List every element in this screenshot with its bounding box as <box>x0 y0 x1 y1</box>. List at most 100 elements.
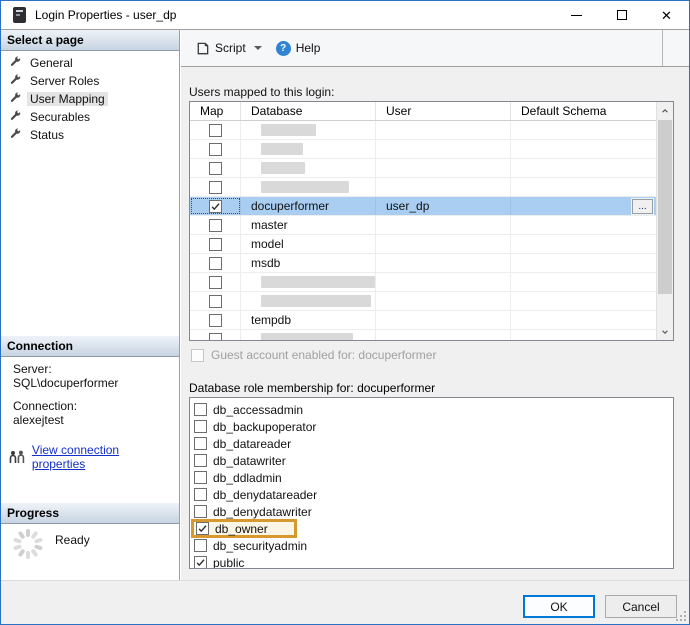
table-row[interactable] <box>190 330 656 340</box>
role-item-db_denydatareader[interactable]: db_denydatareader <box>194 486 673 503</box>
sidebar-item-general[interactable]: General <box>1 54 179 72</box>
wrench-icon <box>9 91 22 107</box>
role-checkbox[interactable] <box>194 539 207 552</box>
role-item-db_accessadmin[interactable]: db_accessadmin <box>194 401 673 418</box>
map-checkbox[interactable] <box>209 314 222 327</box>
column-header-database[interactable]: Database <box>241 102 376 120</box>
user-cell <box>376 330 511 340</box>
map-checkbox-cell <box>190 121 241 139</box>
map-checkbox[interactable] <box>209 333 222 341</box>
ok-button[interactable]: OK <box>523 595 595 618</box>
scrollbar-thumb[interactable] <box>658 120 672 294</box>
role-label: db_denydatareader <box>213 488 317 502</box>
role-checkbox[interactable] <box>194 403 207 416</box>
role-label: db_accessadmin <box>213 403 303 417</box>
help-button[interactable]: ? Help <box>272 38 325 59</box>
role-checkbox[interactable] <box>194 488 207 501</box>
role-checkbox[interactable] <box>194 505 207 518</box>
role-checkbox[interactable] <box>194 437 207 450</box>
redacted-database-name <box>261 143 303 155</box>
map-checkbox-cell <box>190 197 241 215</box>
guest-account-label: Guest account enabled for: docuperformer <box>211 348 436 362</box>
map-checkbox[interactable] <box>209 295 222 308</box>
table-row[interactable] <box>190 121 656 140</box>
map-checkbox[interactable] <box>209 162 222 175</box>
minimize-button[interactable] <box>554 1 599 29</box>
wrench-icon <box>9 55 22 71</box>
sidebar-item-server-roles[interactable]: Server Roles <box>1 72 179 90</box>
database-cell <box>241 178 376 196</box>
table-scrollbar[interactable] <box>656 102 673 340</box>
user-cell <box>376 121 511 139</box>
table-row[interactable]: tempdb <box>190 311 656 330</box>
database-cell: msdb <box>241 254 376 272</box>
role-item-db_datawriter[interactable]: db_datawriter <box>194 452 673 469</box>
resize-grip[interactable] <box>675 610 686 621</box>
map-checkbox[interactable] <box>209 257 222 270</box>
view-connection-properties-link[interactable]: View connection properties <box>32 443 175 471</box>
role-checkbox[interactable] <box>194 454 207 467</box>
chevron-down-icon <box>254 46 262 50</box>
default-schema-cell <box>511 235 656 253</box>
column-header-default-schema[interactable]: Default Schema <box>511 102 673 120</box>
scroll-up-icon[interactable] <box>657 102 673 119</box>
role-item-db_securityadmin[interactable]: db_securityadmin <box>194 537 673 554</box>
map-checkbox-cell <box>190 292 241 310</box>
map-checkbox[interactable] <box>209 143 222 156</box>
maximize-button[interactable] <box>599 1 644 29</box>
map-checkbox[interactable] <box>209 200 222 213</box>
titlebar: Login Properties - user_dp ✕ <box>1 1 689 30</box>
redacted-database-name <box>261 162 305 174</box>
map-checkbox[interactable] <box>209 219 222 232</box>
script-icon <box>195 41 210 56</box>
user-cell <box>376 140 511 158</box>
role-item-db_denydatawriter[interactable]: db_denydatawriter <box>194 503 673 520</box>
column-header-map[interactable]: Map <box>190 102 241 120</box>
database-cell: docuperformer <box>241 197 376 215</box>
table-row[interactable] <box>190 178 656 197</box>
role-item-public[interactable]: public <box>194 554 673 569</box>
browse-schema-button[interactable]: ... <box>632 199 653 214</box>
toolbar-divider <box>662 30 663 66</box>
default-schema-cell <box>511 140 656 158</box>
table-row[interactable] <box>190 159 656 178</box>
map-checkbox-cell <box>190 330 241 340</box>
table-row[interactable]: msdb <box>190 254 656 273</box>
table-row[interactable] <box>190 140 656 159</box>
table-row[interactable] <box>190 273 656 292</box>
table-header-row: Map Database User Default Schema <box>190 102 673 121</box>
sidebar-item-user-mapping[interactable]: User Mapping <box>1 90 179 108</box>
database-cell: master <box>241 216 376 234</box>
user-cell <box>376 178 511 196</box>
database-cell <box>241 330 376 340</box>
redacted-database-name <box>261 124 316 136</box>
map-checkbox[interactable] <box>209 181 222 194</box>
map-checkbox[interactable] <box>209 124 222 137</box>
user-cell-text: user_dp <box>386 199 429 213</box>
cancel-button[interactable]: Cancel <box>605 595 677 618</box>
connection-section: Server: SQL\docuperformer Connection: al… <box>13 362 175 471</box>
role-item-db_owner[interactable]: db_owner <box>194 520 673 537</box>
role-checkbox[interactable] <box>194 420 207 433</box>
role-item-db_backupoperator[interactable]: db_backupoperator <box>194 418 673 435</box>
sidebar-item-securables[interactable]: Securables <box>1 108 179 126</box>
login-icon <box>13 7 26 23</box>
sidebar-item-status[interactable]: Status <box>1 126 179 144</box>
scroll-down-icon[interactable] <box>657 323 673 340</box>
role-checkbox[interactable] <box>196 522 209 535</box>
script-button[interactable]: Script <box>191 38 266 59</box>
role-checkbox[interactable] <box>194 556 207 569</box>
column-header-user[interactable]: User <box>376 102 511 120</box>
map-checkbox[interactable] <box>209 238 222 251</box>
database-cell-text: model <box>251 237 284 251</box>
table-row[interactable]: model <box>190 235 656 254</box>
map-checkbox[interactable] <box>209 276 222 289</box>
table-row[interactable] <box>190 292 656 311</box>
role-item-db_datareader[interactable]: db_datareader <box>194 435 673 452</box>
role-checkbox[interactable] <box>194 471 207 484</box>
table-row[interactable]: docuperformer user_dp... <box>190 197 656 216</box>
table-row[interactable]: master <box>190 216 656 235</box>
role-label: db_datareader <box>213 437 291 451</box>
role-item-db_ddladmin[interactable]: db_ddladmin <box>194 469 673 486</box>
close-button[interactable]: ✕ <box>644 1 689 29</box>
